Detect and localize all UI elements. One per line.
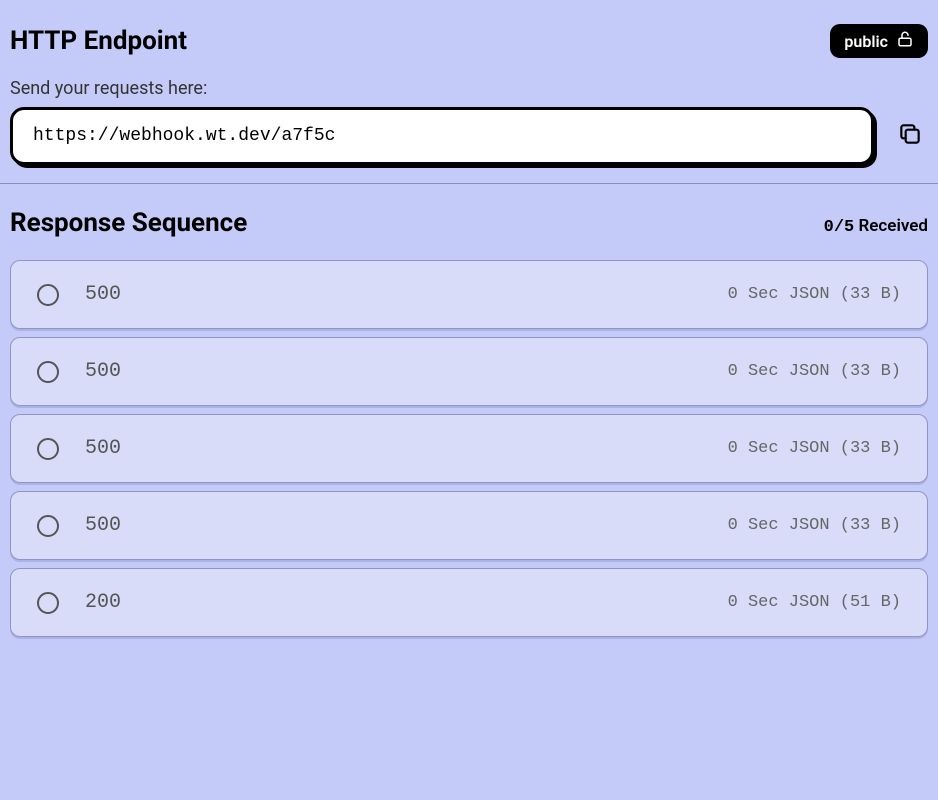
endpoint-subtitle: Send your requests here: [10,78,928,99]
response-meta: 0 Sec JSON (33 B) [728,516,901,535]
response-meta: 0 Sec JSON (33 B) [728,285,901,304]
copy-button[interactable] [892,118,928,154]
status-circle-icon [37,438,59,460]
sequence-title: Response Sequence [10,208,247,238]
status-circle-icon [37,361,59,383]
copy-icon [897,121,923,151]
response-meta: 0 Sec JSON (33 B) [728,362,901,381]
response-item[interactable]: 500 0 Sec JSON (33 B) [10,260,928,329]
received-label: Received [858,216,928,236]
received-count-value: 0/5 [824,218,855,237]
endpoint-url-box[interactable]: https://webhook.wt.dev/a7f5c [10,107,874,165]
response-item[interactable]: 500 0 Sec JSON (33 B) [10,414,928,483]
status-circle-icon [37,515,59,537]
response-item[interactable]: 500 0 Sec JSON (33 B) [10,491,928,560]
status-code: 500 [85,283,728,306]
visibility-badge[interactable]: public [830,24,928,58]
response-meta: 0 Sec JSON (33 B) [728,439,901,458]
status-circle-icon [37,592,59,614]
status-code: 500 [85,360,728,383]
response-meta: 0 Sec JSON (51 B) [728,593,901,612]
unlock-icon [896,30,914,52]
page-title: HTTP Endpoint [10,26,187,56]
response-item[interactable]: 500 0 Sec JSON (33 B) [10,337,928,406]
status-code: 200 [85,591,728,614]
received-counter: 0/5 Received [824,216,928,237]
status-code: 500 [85,437,728,460]
status-code: 500 [85,514,728,537]
status-circle-icon [37,284,59,306]
response-list: 500 0 Sec JSON (33 B) 500 0 Sec JSON (33… [10,260,928,637]
visibility-badge-label: public [844,32,888,51]
response-item[interactable]: 200 0 Sec JSON (51 B) [10,568,928,637]
